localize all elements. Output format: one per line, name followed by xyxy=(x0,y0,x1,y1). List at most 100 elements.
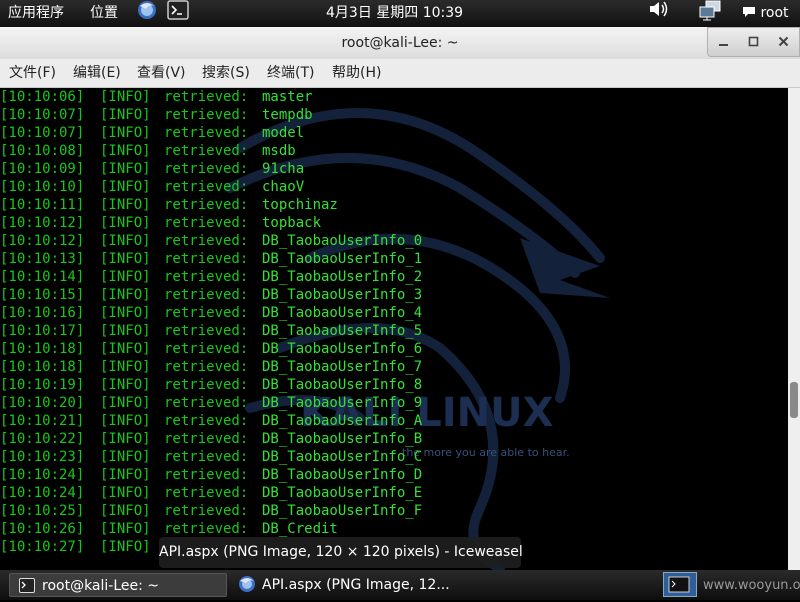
log-level: [INFO] xyxy=(100,359,151,375)
log-level: [INFO] xyxy=(100,521,151,537)
log-value: DB_TaobaoUserInfo_9 xyxy=(262,395,423,411)
log-level: [INFO] xyxy=(100,89,151,105)
menu-search[interactable]: 搜索(S) xyxy=(202,59,250,88)
log-time: [10:10:18] xyxy=(0,359,85,375)
log-time: [10:10:06] xyxy=(0,89,85,105)
log-time: [10:10:26] xyxy=(0,521,85,537)
browser-launcher-icon[interactable] xyxy=(137,0,157,27)
log-value: DB_TaobaoUserInfo_1 xyxy=(262,251,423,267)
log-level: [INFO] xyxy=(100,323,151,339)
menu-edit[interactable]: 编辑(E) xyxy=(73,59,121,88)
menu-help[interactable]: 帮助(H) xyxy=(332,59,381,88)
terminal-scrollbar[interactable] xyxy=(788,88,800,570)
log-message: retrieved: xyxy=(164,341,249,357)
log-message: retrieved: xyxy=(164,107,249,123)
task-browser[interactable]: API.aspx (PNG Image, 12... xyxy=(232,573,462,597)
log-message: retrieved: xyxy=(164,287,249,303)
log-time: [10:10:24] xyxy=(0,485,85,501)
log-value: DB_TaobaoUserInfo_3 xyxy=(262,287,423,303)
window-controls xyxy=(707,27,800,57)
volume-icon[interactable] xyxy=(648,0,670,27)
log-time: [10:10:27] xyxy=(0,539,85,555)
log-time: [10:10:07] xyxy=(0,125,85,141)
terminal-launcher-icon[interactable] xyxy=(167,0,189,27)
log-value: DB_TaobaoUserInfo_8 xyxy=(262,377,423,393)
log-value: DB_TaobaoUserInfo_6 xyxy=(262,341,423,357)
browser-icon xyxy=(239,576,255,592)
log-time: [10:10:21] xyxy=(0,413,85,429)
log-level: [INFO] xyxy=(100,161,151,177)
menu-file[interactable]: 文件(F) xyxy=(9,59,56,88)
log-message: retrieved: xyxy=(164,413,249,429)
clock[interactable]: 4月3日 星期四 10:39 xyxy=(326,0,463,27)
kali-tagline: the more you are able to hear. xyxy=(402,446,570,459)
log-message: retrieved: xyxy=(164,359,249,375)
task-terminal-label: root@kali-Lee: ~ xyxy=(42,578,160,594)
menu-terminal[interactable]: 终端(T) xyxy=(267,59,314,88)
log-message: retrieved: xyxy=(164,485,249,501)
log-value: DB_TaobaoUserInfo_F xyxy=(262,503,423,519)
log-level: [INFO] xyxy=(100,269,151,285)
log-level: [INFO] xyxy=(100,449,151,465)
log-level: [INFO] xyxy=(100,539,151,555)
menu-view[interactable]: 查看(V) xyxy=(137,59,186,88)
log-value: DB_TaobaoUserInfo_5 xyxy=(262,323,423,339)
chat-bubble-icon xyxy=(743,7,755,17)
log-message: retrieved: xyxy=(164,431,249,447)
user-menu[interactable]: root xyxy=(742,0,789,27)
log-time: [10:10:08] xyxy=(0,143,85,159)
log-level: [INFO] xyxy=(100,125,151,141)
log-time: [10:10:14] xyxy=(0,269,85,285)
log-value: topback xyxy=(262,215,322,231)
log-value: tempdb xyxy=(262,107,313,123)
network-icon[interactable] xyxy=(698,0,722,27)
applications-menu[interactable]: 应用程序 xyxy=(8,0,64,27)
log-value: DB_TaobaoUserInfo_0 xyxy=(262,233,423,249)
terminal-area[interactable]: KALI LINUX the more you are able to hear… xyxy=(0,88,788,570)
log-level: [INFO] xyxy=(100,485,151,501)
scrollbar-thumb[interactable] xyxy=(790,382,798,418)
log-value: DB_TaobaoUserInfo_7 xyxy=(262,359,423,375)
log-level: [INFO] xyxy=(100,197,151,213)
task-browser-label: API.aspx (PNG Image, 12... xyxy=(262,577,450,593)
watermark-text: www.wooyun.org xyxy=(703,578,800,593)
log-time: [10:10:25] xyxy=(0,503,85,519)
task-terminal[interactable]: root@kali-Lee: ~ xyxy=(9,573,227,597)
log-value: DB_TaobaoUserInfo_D xyxy=(262,467,423,483)
window-title: root@kali-Lee: ~ xyxy=(341,35,459,51)
log-value: chaoV xyxy=(262,179,305,195)
workspace-switcher[interactable] xyxy=(663,572,697,597)
log-time: [10:10:10] xyxy=(0,179,85,195)
log-value: topchinaz xyxy=(262,197,338,213)
log-value: DB_TaobaoUserInfo_2 xyxy=(262,269,423,285)
log-time: [10:10:22] xyxy=(0,431,85,447)
log-message: retrieved: xyxy=(164,143,249,159)
minimize-button[interactable] xyxy=(709,28,738,57)
log-value: master xyxy=(262,89,313,105)
top-panel: 应用程序 位置 4月3日 星期四 10:39 root xyxy=(0,0,800,27)
log-level: [INFO] xyxy=(100,413,151,429)
log-level: [INFO] xyxy=(100,179,151,195)
log-value: DB_Credit xyxy=(262,521,338,537)
log-message: retrieved: xyxy=(164,305,249,321)
log-message: retrieved: xyxy=(164,269,249,285)
user-name: root xyxy=(760,5,789,21)
log-message: retrieved: xyxy=(164,125,249,141)
taskbar: root@kali-Lee: ~ API.aspx (PNG Image, 12… xyxy=(0,570,800,600)
log-time: [10:10:07] xyxy=(0,107,85,123)
taskbar-tooltip: API.aspx (PNG Image, 120 × 120 pixels) -… xyxy=(159,537,523,568)
terminal-icon xyxy=(19,578,35,593)
maximize-button[interactable] xyxy=(739,28,768,57)
window-titlebar[interactable]: root@kali-Lee: ~ xyxy=(0,27,800,59)
log-level: [INFO] xyxy=(100,341,151,357)
log-level: [INFO] xyxy=(100,287,151,303)
log-message: retrieved: xyxy=(164,161,249,177)
log-level: [INFO] xyxy=(100,305,151,321)
close-button[interactable] xyxy=(769,28,798,57)
places-menu[interactable]: 位置 xyxy=(90,0,118,27)
log-level: [INFO] xyxy=(100,467,151,483)
log-message: retrieved: xyxy=(164,377,249,393)
log-time: [10:10:13] xyxy=(0,251,85,267)
log-level: [INFO] xyxy=(100,143,151,159)
log-value: 91cha xyxy=(262,161,305,177)
